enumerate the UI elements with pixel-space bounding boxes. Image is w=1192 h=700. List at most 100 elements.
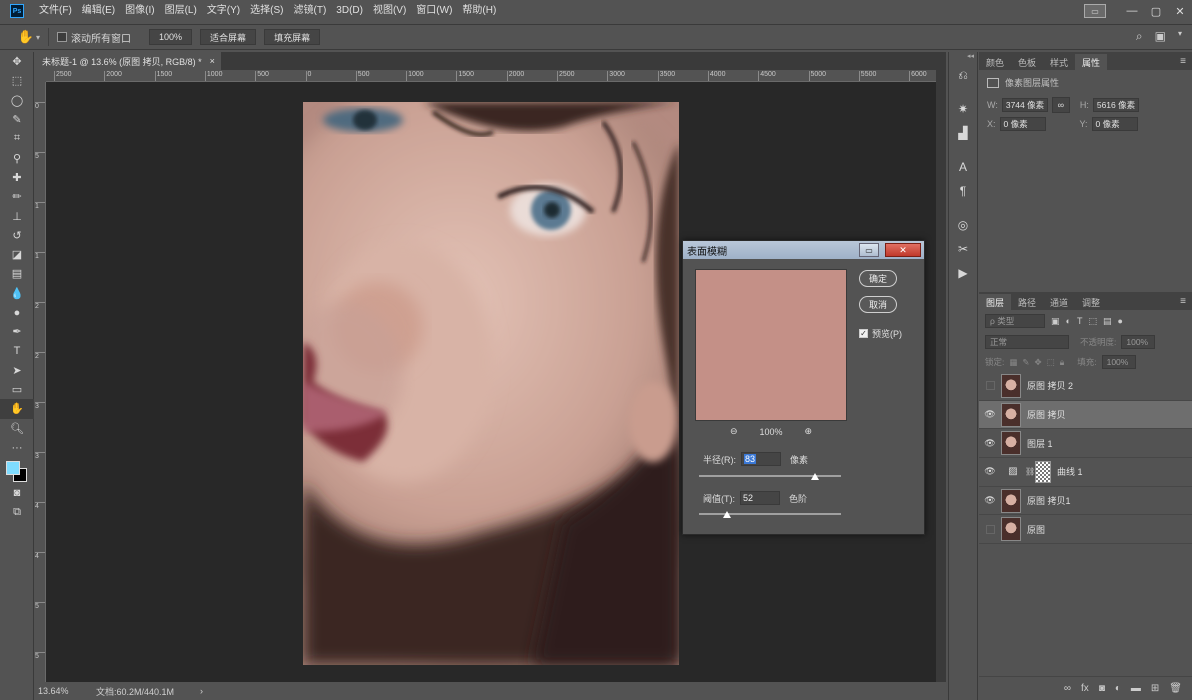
threshold-slider-thumb[interactable] — [723, 511, 732, 518]
filter-adjustment-icon[interactable]: ◐ — [1066, 316, 1071, 326]
new-group-icon[interactable]: ▬ — [1131, 683, 1141, 694]
document-tab[interactable]: 未标题-1 @ 13.6% (原图 拷贝, RGB/8) * × — [36, 52, 221, 70]
checkbox-box[interactable] — [57, 32, 68, 42]
visibility-eye-icon[interactable]: 👁︎ — [979, 409, 1001, 420]
brush-presets-icon[interactable]: ▟ — [949, 122, 977, 144]
quick-select-tool-icon[interactable]: ✎ — [0, 110, 34, 129]
filter-toggle-icon[interactable]: ● — [1117, 316, 1122, 326]
layer-name[interactable]: 原图 — [1027, 523, 1045, 536]
layer-row[interactable]: 👁︎ 原图 拷贝 — [979, 400, 1192, 430]
chevron-down-icon[interactable]: ▾ — [36, 33, 40, 42]
curves-adjustment-icon[interactable]: ▨ — [1005, 466, 1021, 477]
filter-preview[interactable] — [695, 269, 847, 421]
visibility-off-icon[interactable] — [979, 381, 1001, 391]
ok-button[interactable]: 确定 — [859, 270, 897, 287]
menu-file[interactable]: 文件(F) — [34, 0, 77, 22]
menu-image[interactable]: 图像(I) — [120, 0, 159, 22]
character-panel-icon[interactable]: A — [949, 156, 977, 178]
filter-type-icon[interactable]: T — [1077, 316, 1083, 326]
layer-filter-select[interactable]: ρ 类型 — [985, 314, 1045, 328]
menu-help[interactable]: 帮助(H) — [457, 0, 501, 22]
preview-checkbox[interactable]: ✓ 预览(P) — [859, 327, 902, 340]
crop-tool-icon[interactable]: ⌗ — [0, 129, 34, 148]
workspace-chevron-icon[interactable]: ▾ — [1178, 29, 1182, 44]
visibility-eye-icon[interactable]: 👁︎ — [979, 495, 1001, 506]
status-arrow-icon[interactable]: › — [200, 686, 203, 696]
minimize-icon[interactable]: — — [1120, 0, 1144, 22]
link-icon[interactable]: ∞ — [1051, 97, 1070, 113]
layer-style-icon[interactable]: fx — [1081, 683, 1089, 694]
shape-tool-icon[interactable]: ▭ — [0, 380, 34, 399]
link-layers-icon[interactable]: ∞ — [1064, 683, 1071, 694]
radius-slider[interactable] — [699, 473, 841, 480]
layer-name[interactable]: 曲线 1 — [1057, 465, 1083, 478]
dialog-close-icon[interactable]: ✕ — [885, 243, 921, 257]
screen-mode-icon[interactable]: ⧉ — [0, 503, 34, 522]
panel-menu-icon[interactable]: ≡ — [1180, 52, 1186, 70]
layer-thumbnail[interactable] — [1001, 488, 1021, 513]
lock-transparent-icon[interactable]: ▦ — [1009, 357, 1017, 368]
opacity-field[interactable]: 100% — [1121, 335, 1156, 349]
lock-position-icon[interactable]: ✥ — [1035, 357, 1042, 368]
height-field[interactable]: 5616 像素 — [1092, 98, 1139, 112]
add-mask-icon[interactable]: ◙ — [1099, 683, 1105, 694]
visibility-eye-icon[interactable]: 👁︎ — [979, 466, 1001, 477]
history-panel-icon[interactable]: ⎌ — [949, 64, 977, 86]
layer-name[interactable]: 原图 拷贝1 — [1027, 494, 1071, 507]
menu-edit[interactable]: 编辑(E) — [77, 0, 120, 22]
quick-mask-icon[interactable]: ◙ — [0, 483, 34, 502]
zoom-in-icon[interactable]: ⊕ — [805, 426, 813, 437]
fill-screen-button[interactable]: 填充屏幕 — [264, 29, 321, 45]
document-tab-close-icon[interactable]: × — [210, 56, 215, 66]
tab-color[interactable]: 颜色 — [979, 54, 1011, 70]
filter-pixel-icon[interactable]: ▣ — [1051, 316, 1060, 327]
foreground-color-swatch[interactable] — [6, 461, 20, 476]
layer-row[interactable]: 👁︎ ▨ ⛓ 曲线 1 — [979, 458, 1192, 487]
visibility-off-icon[interactable] — [979, 524, 1001, 534]
fill-field[interactable]: 100% — [1101, 355, 1136, 369]
lock-paint-icon[interactable]: ✎ — [1022, 357, 1029, 368]
cancel-button[interactable]: 取消 — [859, 296, 897, 313]
layer-name[interactable]: 图层 1 — [1027, 437, 1053, 450]
layer-thumbnail[interactable] — [1001, 517, 1021, 542]
radius-input[interactable]: 83 — [741, 452, 781, 466]
dock-collapse-icon[interactable]: ◂◂ — [949, 52, 977, 62]
pen-tool-icon[interactable]: ✒ — [0, 322, 34, 341]
history-brush-tool-icon[interactable]: ↺ — [0, 226, 34, 245]
color-swatches[interactable] — [0, 457, 34, 483]
blend-mode-select[interactable]: 正常 — [985, 335, 1069, 349]
lock-all-icon[interactable]: 🔒︎ — [1060, 357, 1065, 368]
gradient-tool-icon[interactable]: ▤ — [0, 264, 34, 283]
new-layer-icon[interactable]: ⊞ — [1151, 683, 1159, 694]
eyedropper-tool-icon[interactable]: ⚲ — [0, 148, 34, 167]
search-icon[interactable]: ⌕ — [1136, 29, 1143, 44]
menu-filter[interactable]: 滤镜(T) — [289, 0, 332, 22]
layer-thumbnail[interactable] — [1001, 431, 1021, 456]
libraries-icon[interactable]: ◎ — [949, 214, 977, 236]
checkmark-icon[interactable]: ✓ — [859, 329, 868, 338]
workspace-icon[interactable]: ▣ — [1155, 29, 1166, 44]
lasso-tool-icon[interactable]: ◯ — [0, 91, 34, 110]
lock-artboard-icon[interactable]: ⬚ — [1047, 357, 1055, 368]
dialog-title-bar[interactable]: 表面模糊 ▭ ✕ — [683, 241, 924, 259]
layer-row[interactable]: 原图 — [979, 515, 1192, 545]
tab-properties[interactable]: 属性 — [1075, 54, 1108, 70]
clone-stamp-tool-icon[interactable]: ⊥ — [0, 206, 34, 225]
menu-type[interactable]: 文字(Y) — [202, 0, 245, 22]
threshold-slider[interactable] — [699, 511, 841, 518]
x-field[interactable]: 0 像素 — [999, 117, 1046, 131]
tool-presets-icon[interactable]: ✂ — [949, 238, 977, 260]
healing-brush-tool-icon[interactable]: ✚ — [0, 168, 34, 187]
scroll-all-windows-checkbox[interactable]: 滚动所有窗口 — [57, 30, 131, 45]
blur-tool-icon[interactable]: 💧 — [0, 284, 34, 303]
layer-name[interactable]: 原图 拷贝 — [1027, 408, 1066, 421]
eraser-tool-icon[interactable]: ◪ — [0, 245, 34, 264]
radius-value[interactable]: 83 — [744, 454, 757, 464]
brush-tool-icon[interactable]: ✏ — [0, 187, 34, 206]
portrait-photo[interactable] — [303, 102, 679, 665]
filter-smart-icon[interactable]: ▤ — [1103, 316, 1112, 327]
tab-layers[interactable]: 图层 — [979, 294, 1012, 310]
tab-swatches[interactable]: 色板 — [1011, 54, 1043, 70]
layer-row[interactable]: 👁︎ 图层 1 — [979, 429, 1192, 459]
y-field[interactable]: 0 像素 — [1091, 117, 1138, 131]
